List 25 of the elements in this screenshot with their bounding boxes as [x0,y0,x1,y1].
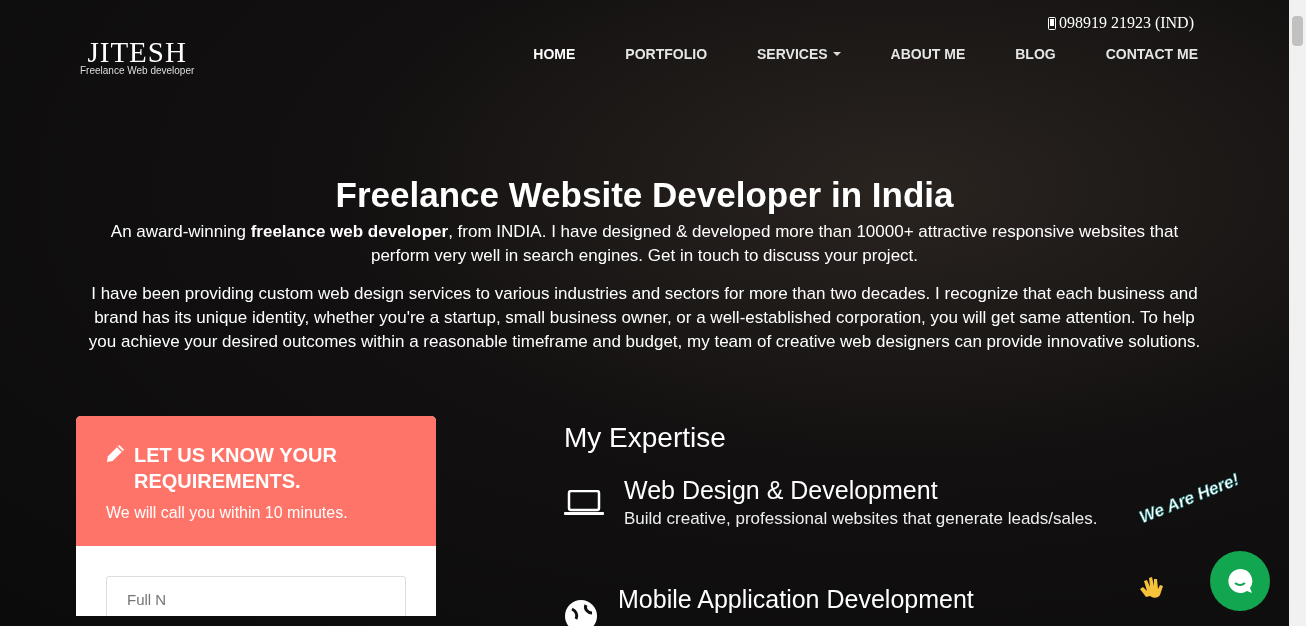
nav-link[interactable]: HOME [508,46,601,62]
phone-number: 098919 21923 (IND) [1058,14,1194,32]
nav-link[interactable]: CONTACT ME [1080,46,1198,62]
laptop-icon [564,490,604,516]
nav-link[interactable]: BLOG [990,46,1081,62]
chat-bubble-icon [1225,566,1255,596]
hero-paragraph: I have been providing custom web design services to various industries and sectors for more than two decades. I recognize that each business and brand has its unique identity, whether you're a startup, small business owner, or a well-established corporation, you will get same attention. To help you achieve your desired outcomes within a reasonable timeframe and budget, my team of creative web designers can provide innovative solutions. [87,283,1202,353]
logo-tagline: Freelance Web developer [80,65,195,76]
form-title: LET US KNOW YOUR REQUIREMENTS. [134,443,338,494]
scrollbar[interactable] [1289,0,1306,626]
nav-link[interactable]: ABOUT ME [865,46,991,62]
pencil-icon [106,444,125,463]
hero-intro: An award-winning freelance web developer, from INDIA. I have designed & developed more than 10000+ attractive responsive websites that perform very well in search engines. Get in touch to discuss your project. [109,221,1180,267]
expertise-description: Build creative, professional websites that generate leads/sales. [624,509,1098,529]
chat-label: We Are Here! [1136,469,1243,528]
nav-link[interactable]: PORTFOLIO [600,46,733,62]
form-subtitle: We will call you within 10 minutes. [106,504,349,522]
nav-link[interactable]: SERVICES [732,46,866,62]
phone-icon [1047,16,1056,30]
expertise-title: Web Design & Development [624,476,939,505]
hero-title: Freelance Website Developer in India [334,175,955,215]
expertise-title: Mobile Application Development [618,585,974,614]
section-heading: My Expertise [564,422,727,454]
logo-text[interactable]: JITESH [87,39,187,65]
input-field[interactable]: Full N [106,576,406,616]
